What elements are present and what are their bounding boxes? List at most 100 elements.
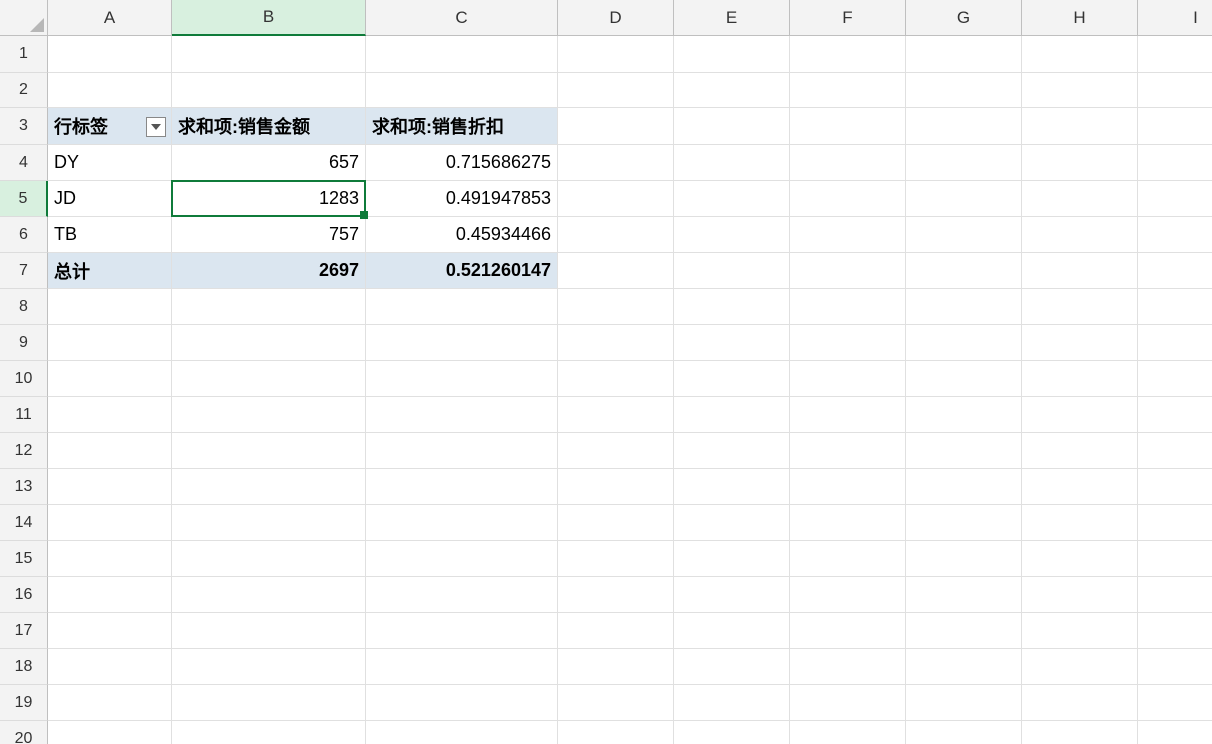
cell-C19[interactable] — [366, 685, 558, 721]
cell-H10[interactable] — [1022, 361, 1138, 397]
cell-A15[interactable] — [48, 541, 172, 577]
cell-H14[interactable] — [1022, 505, 1138, 541]
row-header-12[interactable]: 12 — [0, 433, 48, 469]
cell-A18[interactable] — [48, 649, 172, 685]
row-header-9[interactable]: 9 — [0, 325, 48, 361]
cell-F15[interactable] — [790, 541, 906, 577]
cell-G5[interactable] — [906, 181, 1022, 217]
cell-C5[interactable]: 0.491947853 — [366, 181, 558, 217]
cell-G10[interactable] — [906, 361, 1022, 397]
cell-F9[interactable] — [790, 325, 906, 361]
column-header-F[interactable]: F — [790, 0, 906, 36]
cell-H3[interactable] — [1022, 108, 1138, 145]
cell-A7[interactable]: 总计 — [48, 253, 172, 289]
cell-B3[interactable]: 求和项:销售金额 — [172, 108, 366, 145]
cell-D5[interactable] — [558, 181, 674, 217]
cell-A12[interactable] — [48, 433, 172, 469]
cell-I5[interactable] — [1138, 181, 1212, 217]
cell-C18[interactable] — [366, 649, 558, 685]
cell-I6[interactable] — [1138, 217, 1212, 253]
cell-B14[interactable] — [172, 505, 366, 541]
cell-A4[interactable]: DY — [48, 145, 172, 181]
row-header-2[interactable]: 2 — [0, 73, 48, 108]
cell-I2[interactable] — [1138, 73, 1212, 108]
cell-F2[interactable] — [790, 73, 906, 108]
column-header-B[interactable]: B — [172, 0, 366, 36]
cell-E11[interactable] — [674, 397, 790, 433]
cell-G13[interactable] — [906, 469, 1022, 505]
cell-H4[interactable] — [1022, 145, 1138, 181]
cell-H13[interactable] — [1022, 469, 1138, 505]
row-header-11[interactable]: 11 — [0, 397, 48, 433]
row-header-15[interactable]: 15 — [0, 541, 48, 577]
cell-C10[interactable] — [366, 361, 558, 397]
cell-I4[interactable] — [1138, 145, 1212, 181]
cell-A5[interactable]: JD — [48, 181, 172, 217]
fill-handle[interactable] — [360, 211, 368, 219]
cell-B18[interactable] — [172, 649, 366, 685]
row-header-16[interactable]: 16 — [0, 577, 48, 613]
cell-I15[interactable] — [1138, 541, 1212, 577]
cell-G11[interactable] — [906, 397, 1022, 433]
cell-F3[interactable] — [790, 108, 906, 145]
cell-G2[interactable] — [906, 73, 1022, 108]
column-header-D[interactable]: D — [558, 0, 674, 36]
row-header-6[interactable]: 6 — [0, 217, 48, 253]
row-header-13[interactable]: 13 — [0, 469, 48, 505]
cell-E3[interactable] — [674, 108, 790, 145]
cell-C8[interactable] — [366, 289, 558, 325]
cell-G17[interactable] — [906, 613, 1022, 649]
cell-B13[interactable] — [172, 469, 366, 505]
cell-C6[interactable]: 0.45934466 — [366, 217, 558, 253]
cell-C9[interactable] — [366, 325, 558, 361]
cell-E8[interactable] — [674, 289, 790, 325]
cell-F13[interactable] — [790, 469, 906, 505]
cell-I17[interactable] — [1138, 613, 1212, 649]
cell-D12[interactable] — [558, 433, 674, 469]
cell-I8[interactable] — [1138, 289, 1212, 325]
cell-D8[interactable] — [558, 289, 674, 325]
cell-H5[interactable] — [1022, 181, 1138, 217]
cell-E15[interactable] — [674, 541, 790, 577]
cell-E9[interactable] — [674, 325, 790, 361]
cell-G20[interactable] — [906, 721, 1022, 744]
cell-F4[interactable] — [790, 145, 906, 181]
cell-G9[interactable] — [906, 325, 1022, 361]
cell-G6[interactable] — [906, 217, 1022, 253]
cell-C20[interactable] — [366, 721, 558, 744]
cell-F17[interactable] — [790, 613, 906, 649]
cell-B16[interactable] — [172, 577, 366, 613]
row-header-20[interactable]: 20 — [0, 721, 48, 744]
cell-D17[interactable] — [558, 613, 674, 649]
cell-B5[interactable]: 1283 — [172, 181, 366, 217]
cell-H20[interactable] — [1022, 721, 1138, 744]
cell-C11[interactable] — [366, 397, 558, 433]
cell-B17[interactable] — [172, 613, 366, 649]
cell-A10[interactable] — [48, 361, 172, 397]
cell-I20[interactable] — [1138, 721, 1212, 744]
cell-E12[interactable] — [674, 433, 790, 469]
cell-A9[interactable] — [48, 325, 172, 361]
row-header-1[interactable]: 1 — [0, 36, 48, 73]
cell-A13[interactable] — [48, 469, 172, 505]
cell-A6[interactable]: TB — [48, 217, 172, 253]
cell-A17[interactable] — [48, 613, 172, 649]
row-header-5[interactable]: 5 — [0, 181, 48, 217]
cell-F18[interactable] — [790, 649, 906, 685]
cell-E7[interactable] — [674, 253, 790, 289]
cell-H15[interactable] — [1022, 541, 1138, 577]
cell-B1[interactable] — [172, 36, 366, 73]
cell-E14[interactable] — [674, 505, 790, 541]
row-header-19[interactable]: 19 — [0, 685, 48, 721]
column-header-E[interactable]: E — [674, 0, 790, 36]
cell-A2[interactable] — [48, 73, 172, 108]
cell-G1[interactable] — [906, 36, 1022, 73]
cell-C3[interactable]: 求和项:销售折扣 — [366, 108, 558, 145]
cell-I19[interactable] — [1138, 685, 1212, 721]
cell-G12[interactable] — [906, 433, 1022, 469]
cell-I1[interactable] — [1138, 36, 1212, 73]
cell-B11[interactable] — [172, 397, 366, 433]
cell-A16[interactable] — [48, 577, 172, 613]
cell-E17[interactable] — [674, 613, 790, 649]
cell-I11[interactable] — [1138, 397, 1212, 433]
